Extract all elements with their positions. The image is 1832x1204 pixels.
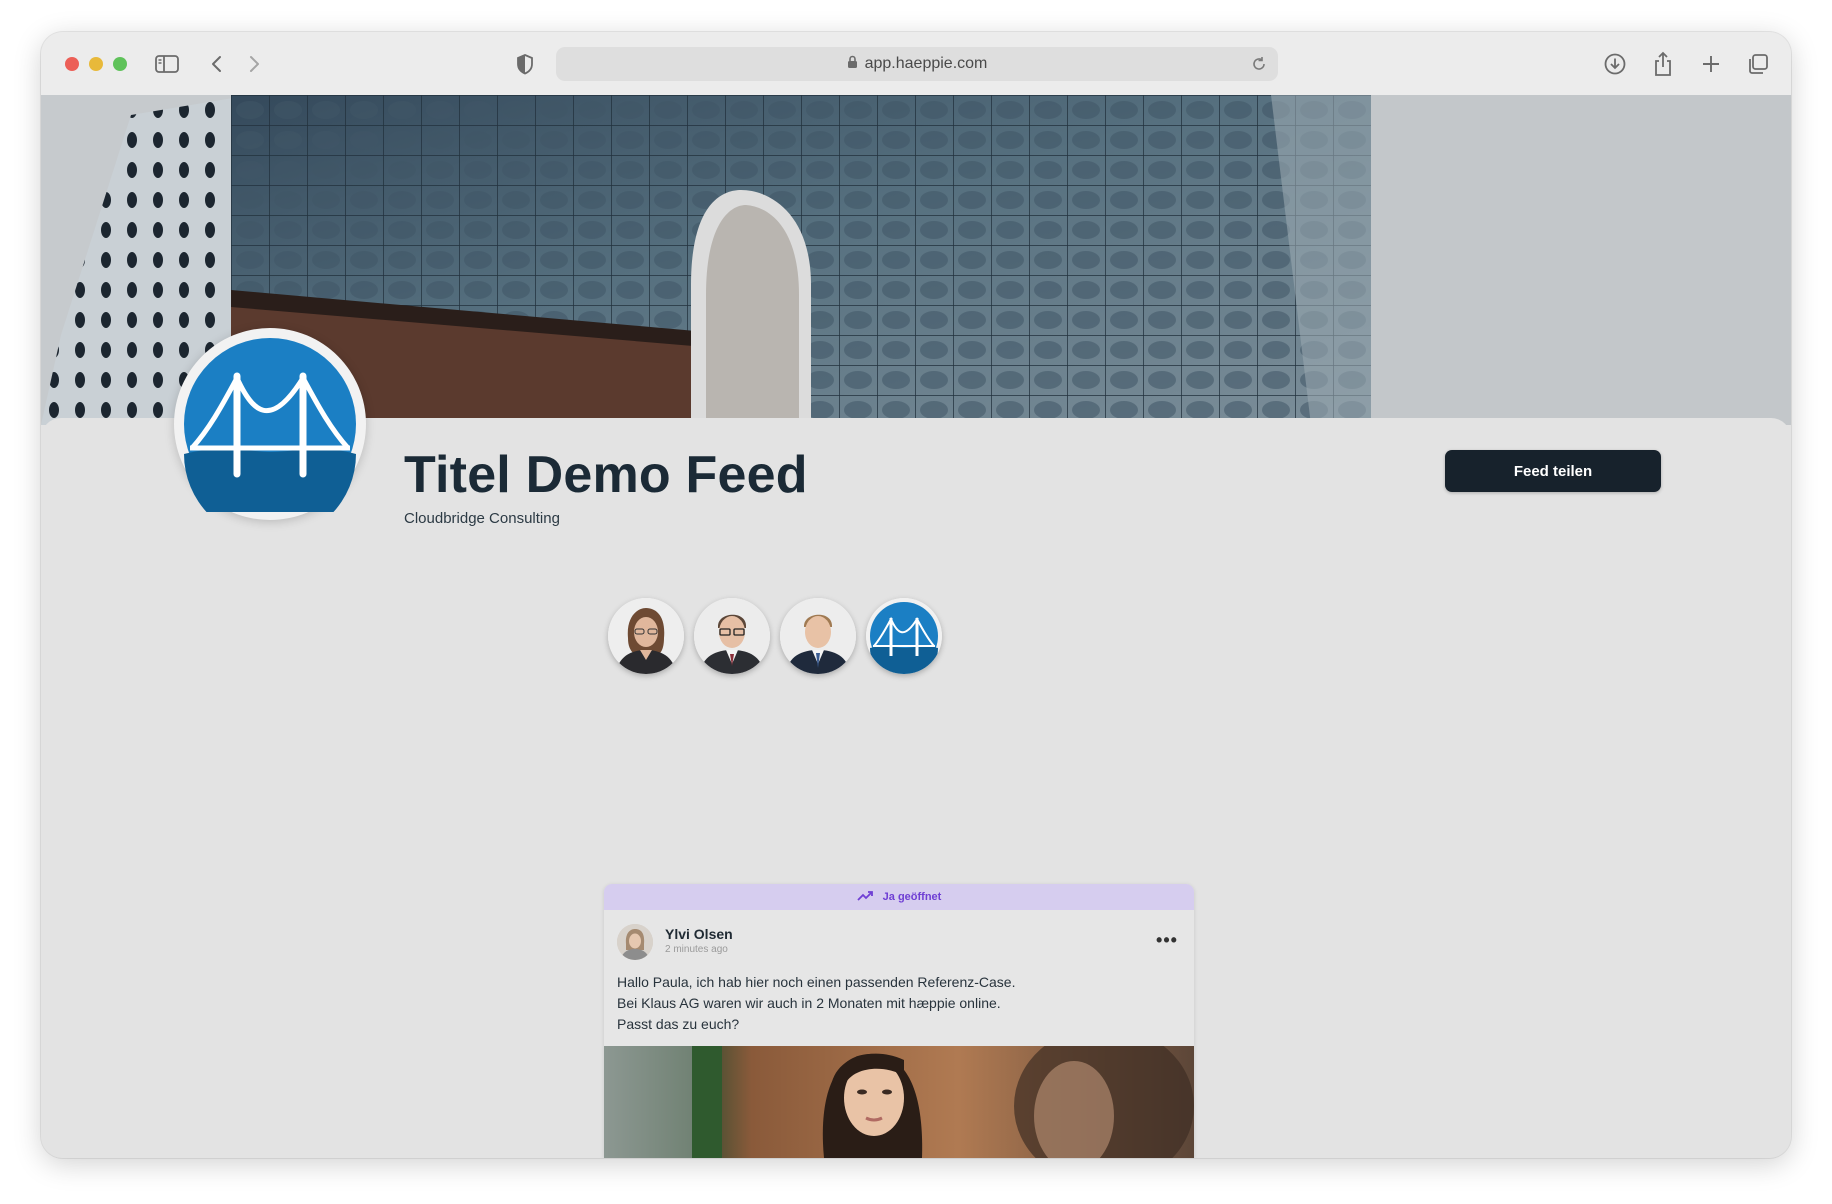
download-icon[interactable] [1601, 50, 1629, 78]
company-logo [174, 328, 366, 520]
post-author-avatar[interactable] [617, 924, 653, 960]
shield-icon[interactable] [511, 50, 539, 78]
browser-toolbar: app.haeppie.com [41, 32, 1791, 96]
post-text: Hallo Paula, ich hab hier noch einen pas… [617, 972, 1177, 1035]
share-icon[interactable] [1649, 50, 1677, 78]
address-bar[interactable]: app.haeppie.com [556, 47, 1278, 81]
sidebar-icon[interactable] [153, 50, 181, 78]
post-timestamp: 2 minutes ago [665, 944, 728, 955]
post-image[interactable] [604, 1046, 1194, 1158]
zoom-window-button[interactable] [113, 57, 127, 71]
reload-icon[interactable] [1250, 55, 1268, 73]
close-window-button[interactable] [65, 57, 79, 71]
member-avatar[interactable] [780, 598, 856, 674]
post-text-line: Hallo Paula, ich hab hier noch einen pas… [617, 974, 1016, 990]
minimize-window-button[interactable] [89, 57, 103, 71]
plus-icon[interactable] [1697, 50, 1725, 78]
browser-window: app.haeppie.com Titel Demo Feed Cloudbri… [41, 32, 1791, 1158]
member-avatar[interactable] [694, 598, 770, 674]
lock-icon [847, 55, 858, 74]
member-avatar[interactable] [866, 598, 942, 674]
more-options-icon[interactable]: ••• [1152, 929, 1182, 951]
pinned-label: Ja geöffnet [882, 891, 942, 903]
post-author-name[interactable]: Ylvi Olsen [665, 926, 733, 942]
share-feed-button[interactable]: Feed teilen [1445, 450, 1661, 492]
post-text-line: Passt das zu euch? [617, 1016, 740, 1032]
url-text: app.haeppie.com [864, 55, 988, 72]
feed-post-card[interactable]: Ja geöffnet Ylvi Olsen 2 minutes ago •••… [604, 884, 1194, 1158]
company-name: Cloudbridge Consulting [404, 510, 560, 527]
page-title: Titel Demo Feed [404, 446, 808, 504]
chevron-right-icon[interactable] [240, 50, 268, 78]
tabs-overview-icon[interactable] [1744, 50, 1772, 78]
post-text-line: Bei Klaus AG waren wir auch in 2 Monaten… [617, 995, 1001, 1011]
trending-up-icon [857, 890, 873, 905]
pinned-banner: Ja geöffnet [604, 884, 1194, 910]
chevron-left-icon[interactable] [203, 50, 231, 78]
member-avatar[interactable] [608, 598, 684, 674]
